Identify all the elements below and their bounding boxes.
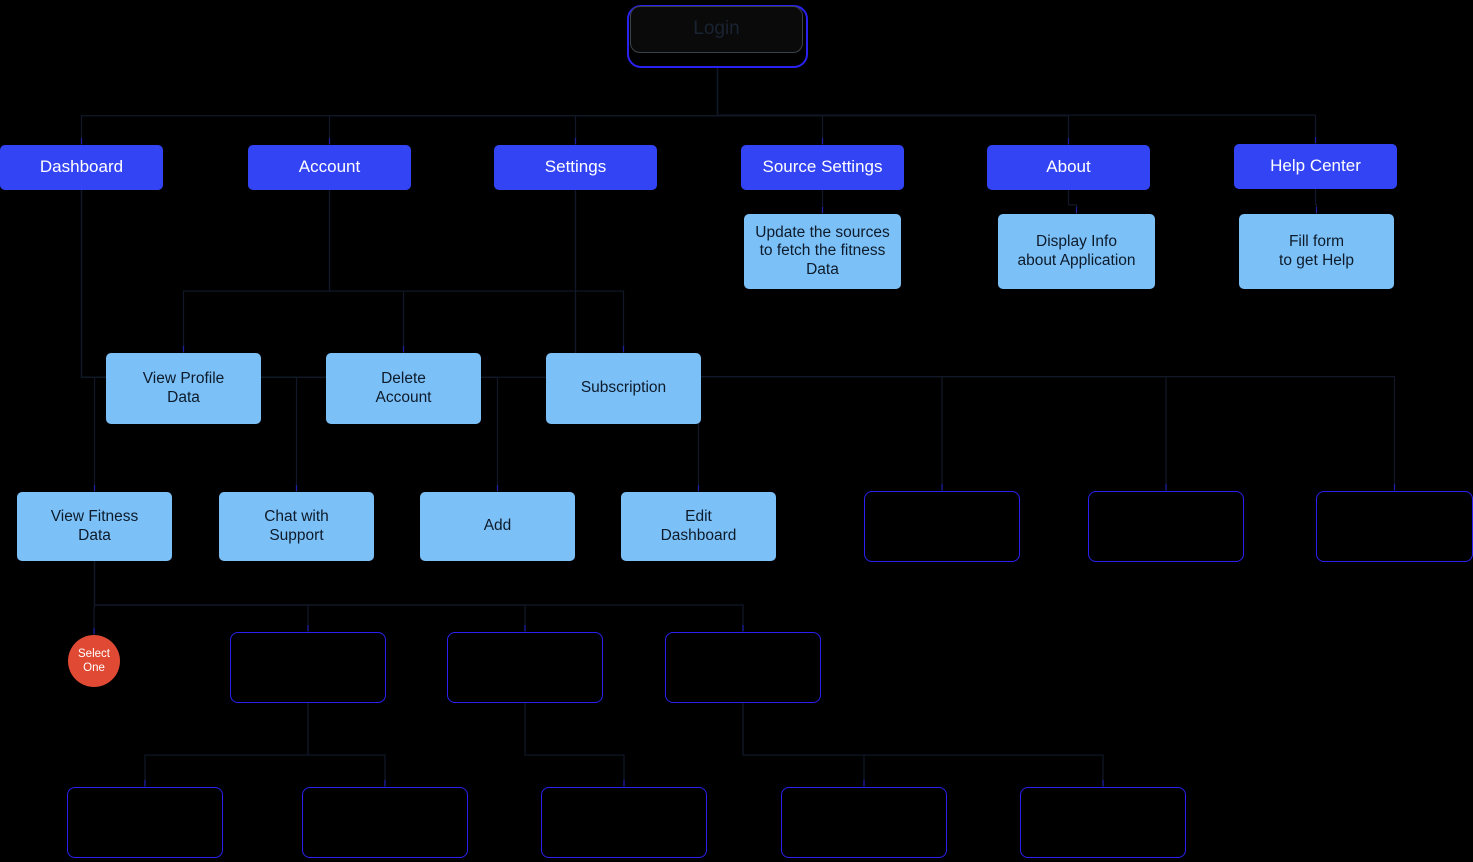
node-source-settings-label: Source Settings — [762, 157, 883, 177]
edge-login-to-settings — [574, 68, 719, 145]
edge-about-to-display-info — [1067, 190, 1078, 214]
edge-view-fitness-data-to-select-one — [93, 561, 96, 635]
node-empty-r6-a[interactable] — [67, 787, 223, 858]
node-empty-r6-e[interactable] — [1020, 787, 1186, 858]
node-empty-r6-b[interactable] — [302, 787, 468, 858]
node-about[interactable]: About — [987, 145, 1150, 190]
edge-empty-r5-c-to-empty-r6-e — [742, 703, 1104, 787]
edge-layer — [80, 68, 1396, 787]
edge-login-to-dashboard — [80, 68, 719, 145]
edge-login-to-help-center — [716, 68, 1317, 144]
node-dashboard[interactable]: Dashboard — [0, 145, 163, 190]
node-login-label: Login — [693, 18, 740, 40]
edge-help-center-to-fill-form — [1314, 189, 1318, 214]
node-delete-account-label: Delete Account — [375, 370, 432, 406]
node-chat-with-support[interactable]: Chat with Support — [219, 492, 374, 561]
node-add-label: Add — [483, 517, 512, 535]
edge-account-to-delete-account — [328, 190, 405, 353]
node-empty-r4-b[interactable] — [1088, 491, 1244, 562]
node-update-sources[interactable]: Update the sources to fetch the fitness … — [744, 214, 901, 289]
node-help-center[interactable]: Help Center — [1234, 144, 1397, 189]
node-subscription[interactable]: Subscription — [546, 353, 701, 424]
node-view-profile-data[interactable]: View Profile Data — [106, 353, 261, 424]
node-view-fitness-data-label: View Fitness Data — [50, 508, 139, 544]
node-empty-r6-c[interactable] — [541, 787, 707, 858]
node-empty-r4-c[interactable] — [1316, 491, 1473, 562]
node-account-label: Account — [298, 157, 361, 177]
node-dashboard-label: Dashboard — [39, 157, 124, 177]
node-source-settings[interactable]: Source Settings — [741, 145, 904, 190]
node-empty-r5-c[interactable] — [665, 632, 821, 703]
edge-dashboard-to-edit-dashboard — [80, 190, 700, 492]
node-login[interactable]: Login — [630, 6, 803, 53]
node-help-center-label: Help Center — [1270, 156, 1361, 176]
node-select-one[interactable]: Select One — [68, 635, 120, 687]
node-empty-r5-b[interactable] — [447, 632, 603, 703]
edge-dashboard-to-chat-with-support — [80, 190, 298, 492]
edge-login-to-account — [328, 68, 719, 145]
node-display-info[interactable]: Display Info about Application — [998, 214, 1155, 289]
node-add[interactable]: Add — [420, 492, 575, 561]
node-view-profile-data-label: View Profile Data — [142, 370, 225, 406]
node-fill-form[interactable]: Fill form to get Help — [1239, 214, 1394, 289]
edge-empty-r5-a-to-empty-r6-b — [307, 703, 386, 787]
edge-view-fitness-data-to-empty-r5-b — [93, 561, 526, 632]
flowchart-canvas: Login Dashboard Account Settings Source Sett… — [0, 0, 1473, 862]
edge-account-to-view-profile-data — [182, 190, 331, 353]
node-edit-dashboard-label: Edit Dashboard — [660, 508, 737, 544]
edge-login-to-about — [716, 68, 1070, 145]
node-about-label: About — [1046, 157, 1091, 177]
node-delete-account[interactable]: Delete Account — [326, 353, 481, 424]
node-empty-r4-a[interactable] — [864, 491, 1020, 562]
edge-view-fitness-data-to-empty-r5-a — [93, 561, 309, 632]
node-chat-with-support-label: Chat with Support — [264, 508, 329, 544]
node-edit-dashboard[interactable]: Edit Dashboard — [621, 492, 776, 561]
node-fill-form-label: Fill form to get Help — [1279, 233, 1354, 269]
node-subscription-label: Subscription — [580, 379, 667, 397]
edge-empty-r5-b-to-empty-r6-c — [524, 703, 625, 787]
edge-view-fitness-data-to-empty-r5-c — [93, 561, 744, 632]
node-empty-r6-d[interactable] — [781, 787, 947, 858]
node-account[interactable]: Account — [248, 145, 411, 190]
node-settings[interactable]: Settings — [494, 145, 657, 190]
edge-login-to-source-settings — [716, 68, 824, 145]
edge-empty-r5-a-to-empty-r6-a — [144, 703, 309, 787]
edge-account-to-subscription — [328, 190, 625, 353]
node-update-sources-label: Update the sources to fetch the fitness … — [755, 224, 890, 278]
edge-dashboard-to-view-fitness-data — [80, 190, 96, 492]
node-settings-label: Settings — [544, 157, 607, 177]
node-view-fitness-data[interactable]: View Fitness Data — [17, 492, 172, 561]
node-display-info-label: Display Info about Application — [1017, 233, 1136, 269]
node-select-one-label: Select One — [78, 647, 110, 674]
edge-dashboard-to-add — [80, 190, 499, 492]
edge-empty-r5-c-to-empty-r6-d — [742, 703, 865, 787]
node-empty-r5-a[interactable] — [230, 632, 386, 703]
